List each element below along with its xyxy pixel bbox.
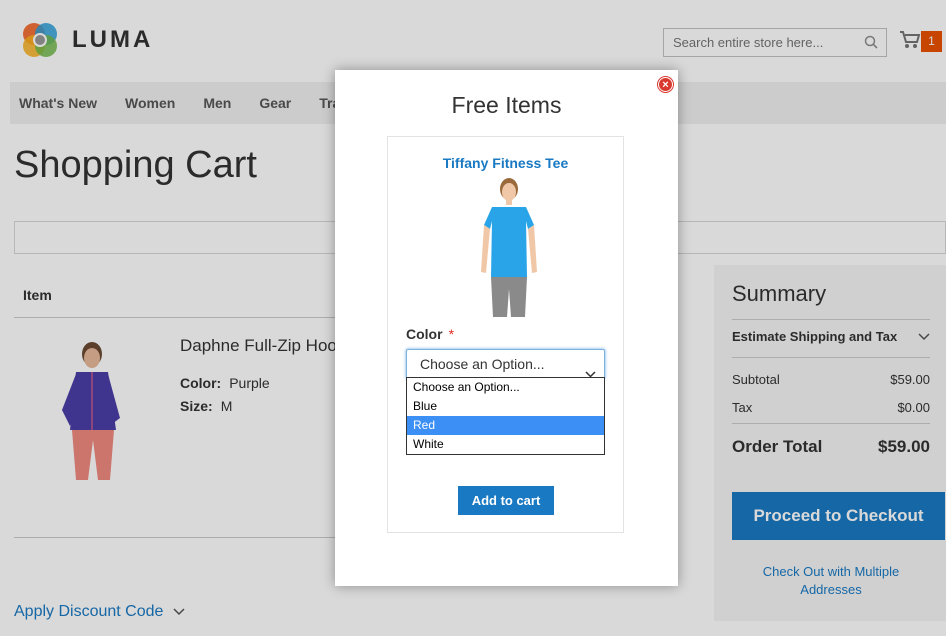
dropdown-option[interactable]: Choose an Option... [407,378,604,397]
dropdown-option[interactable]: Blue [407,397,604,416]
close-icon[interactable]: × [658,77,673,92]
free-item-image[interactable] [478,177,540,319]
free-items-modal: × Free Items Tiffany Fitness Tee Color * … [335,70,678,586]
free-item-card: Tiffany Fitness Tee Color * Choose an Opt… [387,136,624,533]
free-item-name[interactable]: Tiffany Fitness Tee [388,155,623,171]
color-select-value: Choose an Option... [420,356,545,372]
dropdown-option-highlighted[interactable]: Red [407,416,604,435]
color-select[interactable]: Choose an Option... [406,349,605,379]
color-option-label: Color * [406,326,454,342]
modal-title: Free Items [451,92,562,118]
dropdown-option[interactable]: White [407,435,604,454]
add-to-cart-button[interactable]: Add to cart [458,486,554,515]
color-option-text: Color [406,326,443,342]
required-mark: * [448,326,455,342]
color-dropdown-list: Choose an Option... Blue Red White [406,377,605,455]
